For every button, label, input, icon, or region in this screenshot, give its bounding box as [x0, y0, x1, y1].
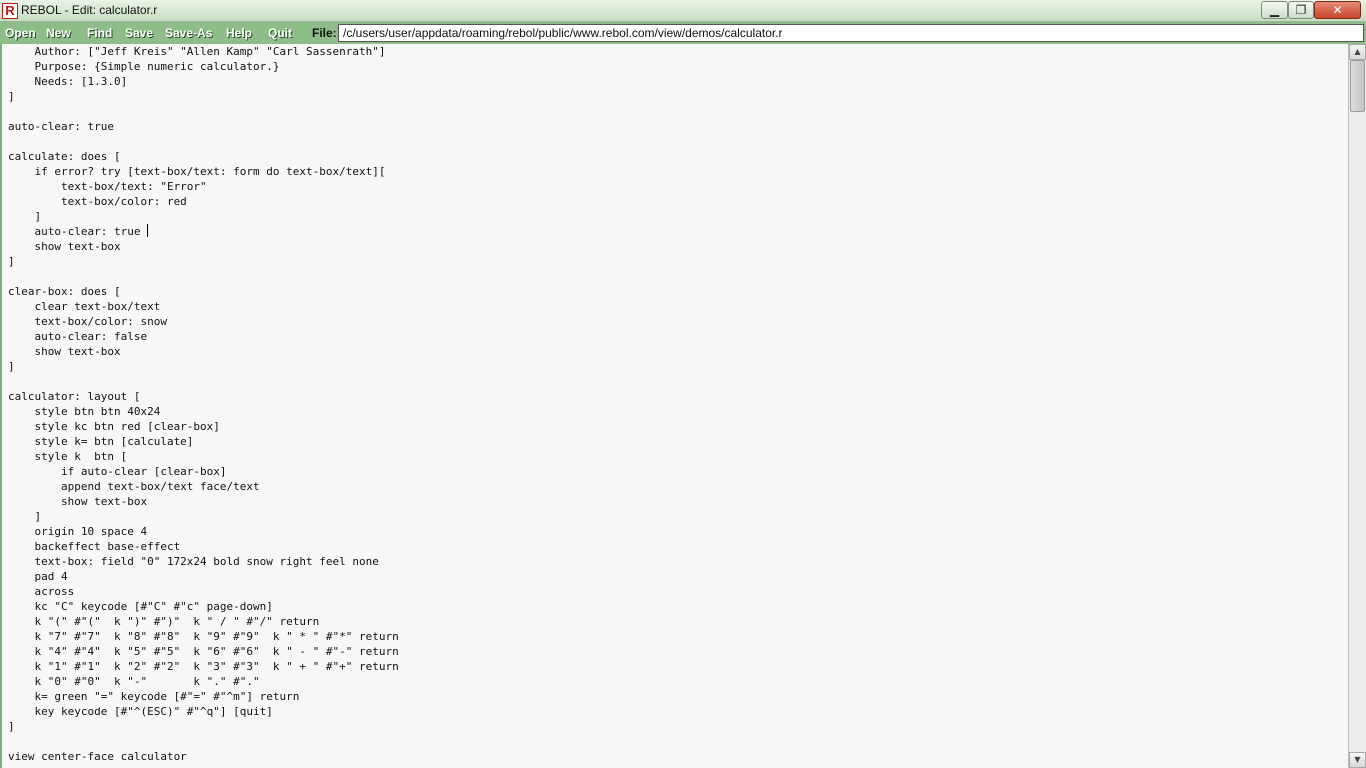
- vertical-scrollbar[interactable]: ▲ ▼: [1348, 44, 1366, 768]
- code-line: calculator: layout [: [8, 390, 141, 403]
- code-line: auto-clear: true: [8, 120, 114, 133]
- help-button[interactable]: Help: [226, 25, 252, 41]
- code-line: k "(" #"(" k ")" #")" k " / " #"/" retur…: [8, 615, 320, 628]
- code-line: clear text-box/text: [8, 300, 161, 313]
- code-line: auto-clear: false: [8, 330, 148, 343]
- code-text[interactable]: Author: ["Jeff Kreis" "Allen Kamp" "Carl…: [8, 44, 399, 764]
- code-line: append text-box/text face/text: [8, 480, 260, 493]
- minimize-icon: ▁: [1269, 3, 1280, 17]
- code-editor[interactable]: Author: ["Jeff Kreis" "Allen Kamp" "Carl…: [1, 44, 1348, 768]
- save-button[interactable]: Save: [125, 25, 153, 41]
- find-button[interactable]: Find: [87, 25, 112, 41]
- code-line: style btn btn 40x24: [8, 405, 161, 418]
- code-line: ]: [8, 210, 42, 223]
- code-line: text-box/color: snow: [8, 315, 167, 328]
- code-line: k "7" #"7" k "8" #"8" k "9" #"9" k " * "…: [8, 630, 399, 643]
- code-line: text-box/text: "Error": [8, 180, 207, 193]
- minimize-button[interactable]: ▁: [1261, 1, 1288, 19]
- code-line: Author: ["Jeff Kreis" "Allen Kamp" "Carl…: [8, 45, 386, 58]
- code-line: text-box/color: red: [8, 195, 187, 208]
- code-line: backeffect base-effect: [8, 540, 181, 553]
- file-path-input[interactable]: [338, 24, 1364, 42]
- code-line: k "4" #"4" k "5" #"5" k "6" #"6" k " - "…: [8, 645, 399, 658]
- code-line: ]: [8, 360, 15, 373]
- close-button[interactable]: ✕: [1314, 1, 1361, 19]
- code-line: k "1" #"1" k "2" #"2" k "3" #"3" k " + "…: [8, 660, 399, 673]
- rebol-app-icon[interactable]: R: [2, 3, 18, 19]
- code-line: across: [8, 585, 75, 598]
- code-line: view center-face calculator: [8, 750, 187, 763]
- code-line: kc "C" keycode [#"C" #"c" page-down]: [8, 600, 273, 613]
- code-line: pad 4: [8, 570, 68, 583]
- scroll-down-arrow-icon[interactable]: ▼: [1349, 752, 1366, 768]
- code-line: style k btn [: [8, 450, 128, 463]
- code-line: show text-box: [8, 240, 121, 253]
- code-line: ]: [8, 720, 15, 733]
- code-line: calculate: does [: [8, 150, 121, 163]
- file-label: File:: [312, 26, 337, 40]
- code-line: auto-clear: true: [8, 225, 141, 238]
- code-line: show text-box: [8, 495, 148, 508]
- code-line: if error? try [text-box/text: form do te…: [8, 165, 386, 178]
- code-line: text-box: field "0" 172x24 bold snow rig…: [8, 555, 379, 568]
- code-line: k "0" #"0" k "-" k "." #".": [8, 675, 260, 688]
- code-line: Purpose: {Simple numeric calculator.}: [8, 60, 280, 73]
- code-line: k= green "=" keycode [#"=" #"^m"] return: [8, 690, 300, 703]
- code-line: style k= btn [calculate]: [8, 435, 194, 448]
- title-bar: R REBOL - Edit: calculator.r ▁ ❐ ✕: [0, 0, 1366, 22]
- scrollbar-thumb[interactable]: [1350, 60, 1365, 112]
- close-icon: ✕: [1332, 3, 1343, 17]
- maximize-button[interactable]: ❐: [1288, 1, 1314, 19]
- quit-button[interactable]: Quit: [268, 25, 292, 41]
- open-button[interactable]: Open: [5, 25, 36, 41]
- save-as-button[interactable]: Save-As: [165, 25, 212, 41]
- code-line: clear-box: does [: [8, 285, 121, 298]
- code-line: ]: [8, 510, 42, 523]
- code-line: ]: [8, 255, 15, 268]
- code-line: style kc btn red [clear-box]: [8, 420, 220, 433]
- code-line: key keycode [#"^(ESC)" #"^q"] [quit]: [8, 705, 273, 718]
- code-line: show text-box: [8, 345, 121, 358]
- maximize-icon: ❐: [1295, 3, 1307, 17]
- text-cursor: [147, 224, 148, 237]
- code-line: origin 10 space 4: [8, 525, 148, 538]
- code-line: if auto-clear [clear-box]: [8, 465, 227, 478]
- code-line: ]: [8, 90, 15, 103]
- code-line: Needs: [1.3.0]: [8, 75, 128, 88]
- scroll-up-arrow-icon[interactable]: ▲: [1349, 44, 1366, 60]
- new-button[interactable]: New: [46, 25, 71, 41]
- window-title: REBOL - Edit: calculator.r: [21, 3, 158, 17]
